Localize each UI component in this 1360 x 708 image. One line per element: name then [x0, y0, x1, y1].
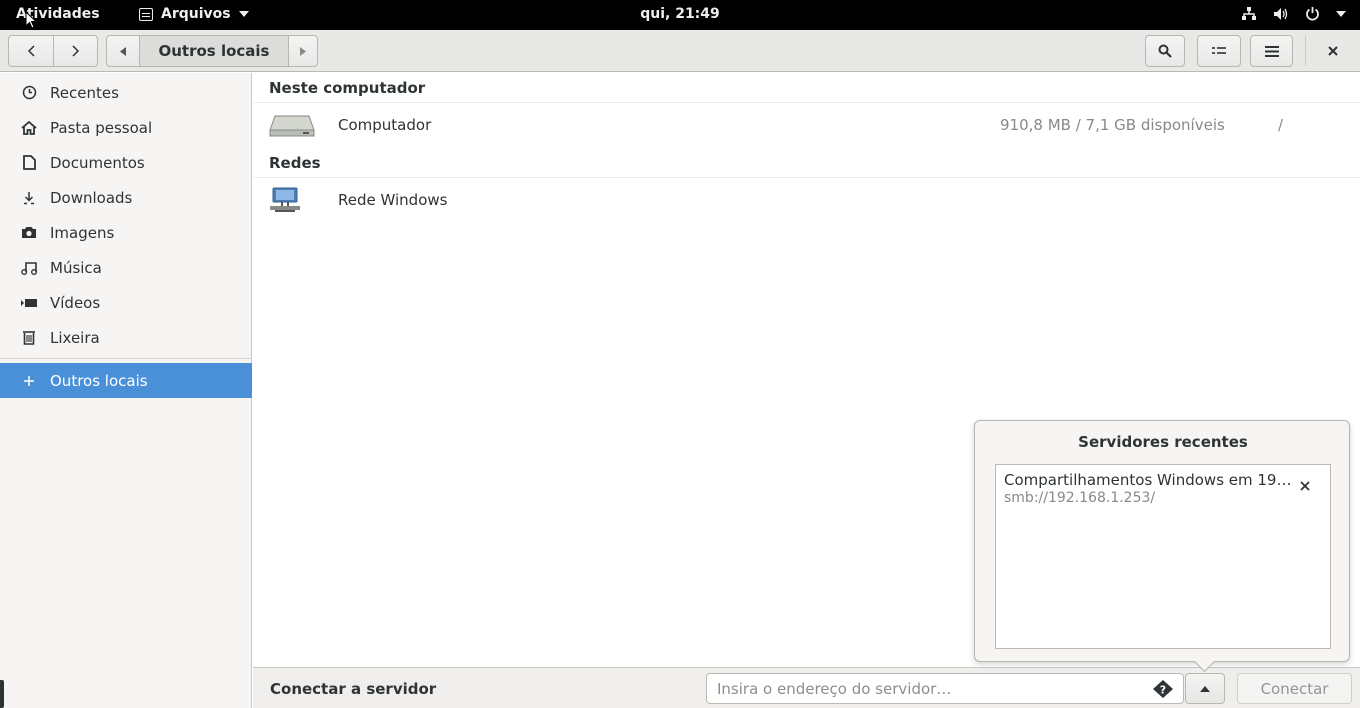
recent-servers-toggle-button[interactable] — [1185, 673, 1225, 704]
sidebar-item-label: Imagens — [50, 223, 115, 242]
chevron-left-icon — [27, 45, 35, 57]
power-icon — [1306, 7, 1319, 21]
server-address-field[interactable]: ? — [706, 673, 1184, 704]
home-icon — [20, 119, 38, 137]
music-icon — [20, 259, 38, 277]
triangle-right-icon — [300, 46, 306, 56]
search-icon — [1158, 44, 1172, 58]
triangle-left-icon — [120, 46, 126, 56]
dock-edge — [0, 680, 4, 708]
sidebar-item-musica[interactable]: Música — [0, 250, 252, 285]
drive-icon — [269, 112, 315, 142]
path-crumb-outros-locais[interactable]: Outros locais — [139, 35, 289, 67]
chevron-right-icon — [71, 45, 79, 57]
volume-icon — [1274, 7, 1288, 20]
section-divider — [253, 177, 1360, 178]
place-row-windows-network[interactable]: Rede Windows — [253, 179, 1360, 223]
recent-servers-popover: Servidores recentes Compartilhamentos Wi… — [974, 420, 1350, 662]
popover-title: Servidores recentes — [1078, 433, 1248, 451]
sidebar-item-recentes[interactable]: Recentes — [0, 75, 252, 110]
sidebar-item-lixeira[interactable]: Lixeira — [0, 320, 252, 355]
sidebar-item-videos[interactable]: Vídeos — [0, 285, 252, 320]
forward-button[interactable] — [53, 35, 98, 67]
section-header-computer: Neste computador — [269, 79, 426, 97]
search-button[interactable] — [1145, 35, 1185, 67]
chevron-down-icon — [1336, 10, 1346, 17]
recent-server-item[interactable]: Compartilhamentos Windows em 192.168.1.2… — [996, 465, 1330, 513]
sidebar-item-label: Recentes — [50, 83, 119, 102]
close-window-button[interactable] — [1316, 35, 1350, 67]
place-row-computer[interactable]: Computador 910,8 MB / 7,1 GB disponíveis… — [253, 104, 1360, 148]
sidebar-item-label: Música — [50, 258, 102, 277]
trash-icon — [20, 329, 38, 347]
sidebar-separator — [0, 358, 252, 359]
connect-button[interactable]: Conectar — [1237, 673, 1352, 704]
place-free-space: 910,8 MB / 7,1 GB disponíveis — [1000, 116, 1225, 134]
place-name: Rede Windows — [338, 191, 448, 209]
sidebar-item-label: Outros locais — [50, 371, 148, 390]
sidebar-item-label: Lixeira — [50, 328, 100, 347]
remove-server-button[interactable] — [1300, 479, 1310, 495]
sidebar-item-outros-locais[interactable]: Outros locais — [0, 363, 252, 398]
clock[interactable]: qui, 21:49 — [0, 6, 1360, 22]
top-bar: Atividades Arquivos qui, 21:49 — [0, 0, 1360, 30]
connect-to-server-bar: Conectar a servidor ? Conectar — [253, 667, 1360, 708]
place-path: / — [1278, 116, 1284, 134]
recent-server-name: Compartilhamentos Windows em 192.168.1.2… — [1004, 471, 1294, 489]
menu-button[interactable] — [1250, 35, 1293, 67]
header-bar: Outros locais — [0, 30, 1360, 72]
sidebar-item-label: Downloads — [50, 188, 133, 207]
camera-icon — [20, 224, 38, 242]
close-icon — [1300, 481, 1310, 491]
svg-text:?: ? — [1160, 684, 1166, 697]
back-button[interactable] — [8, 35, 54, 67]
recent-servers-list: Compartilhamentos Windows em 192.168.1.2… — [995, 464, 1331, 649]
network-icon — [1242, 6, 1256, 20]
sidebar-item-imagens[interactable]: Imagens — [0, 215, 252, 250]
place-name: Computador — [338, 116, 432, 134]
recent-server-uri: smb://192.168.1.253/ — [1004, 490, 1156, 506]
download-icon — [20, 189, 38, 207]
plus-icon — [20, 372, 38, 390]
path-scroll-left-button[interactable] — [106, 35, 140, 67]
section-header-networks: Redes — [269, 154, 321, 172]
sidebar-item-label: Vídeos — [50, 293, 101, 312]
status-area[interactable] — [1241, 6, 1346, 21]
clock-icon — [20, 84, 38, 102]
hamburger-icon — [1264, 45, 1279, 57]
video-icon — [20, 294, 38, 312]
server-address-input[interactable] — [707, 674, 1127, 703]
sidebar-item-label: Documentos — [50, 153, 145, 172]
network-workgroup-icon — [270, 186, 300, 218]
sidebar-item-pasta-pessoal[interactable]: Pasta pessoal — [0, 110, 252, 145]
view-toggle-button[interactable] — [1197, 35, 1241, 67]
header-separator — [1305, 36, 1306, 66]
sidebar-item-label: Pasta pessoal — [50, 118, 153, 137]
sidebar: Recentes Pasta pessoal Documentos Downlo… — [0, 73, 252, 708]
help-icon[interactable]: ? — [1153, 680, 1173, 702]
sidebar-item-documentos[interactable]: Documentos — [0, 145, 252, 180]
mouse-cursor-icon — [25, 11, 38, 29]
sidebar-item-downloads[interactable]: Downloads — [0, 180, 252, 215]
path-scroll-right-button[interactable] — [288, 35, 318, 67]
triangle-up-icon — [1200, 685, 1210, 692]
list-view-icon — [1212, 47, 1226, 54]
section-divider — [253, 102, 1360, 103]
document-icon — [20, 154, 38, 172]
close-icon — [1328, 46, 1338, 56]
connect-to-server-label: Conectar a servidor — [270, 680, 437, 698]
